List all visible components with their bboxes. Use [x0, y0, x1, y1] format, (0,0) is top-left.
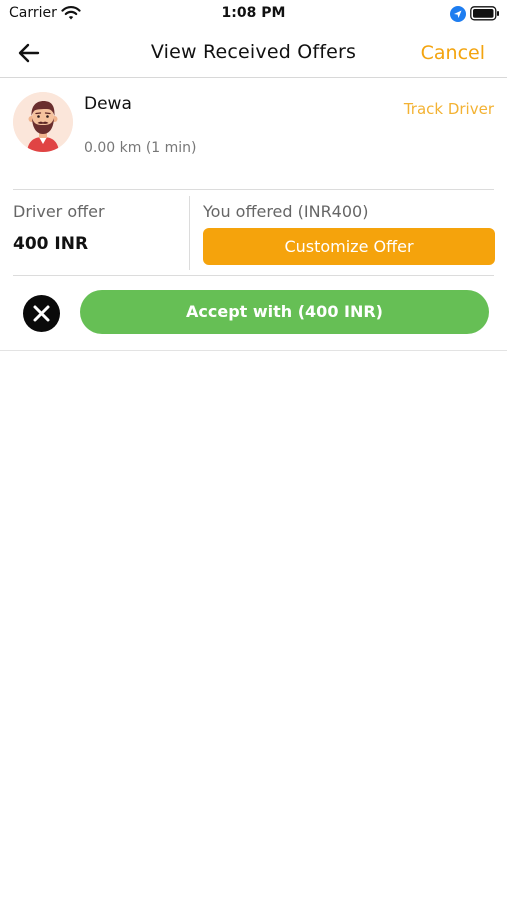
customize-offer-button[interactable]: Customize Offer — [203, 228, 495, 265]
location-icon — [450, 6, 466, 22]
cancel-button[interactable]: Cancel — [421, 42, 485, 64]
divider — [13, 275, 494, 276]
driver-distance-eta: 0.00 km (1 min) — [84, 140, 197, 156]
divider — [13, 189, 494, 190]
close-icon — [33, 305, 50, 322]
driver-offer-value: 400 INR — [13, 234, 89, 254]
vertical-divider — [189, 196, 190, 270]
battery-icon — [470, 6, 499, 21]
you-offered-label: You offered (INR400) — [203, 202, 369, 221]
divider — [0, 350, 507, 351]
nav-bar: View Received Offers Cancel — [0, 30, 507, 78]
driver-offer-label: Driver offer — [13, 202, 105, 221]
screen: Carrier 1:08 PM View Received Offers Can… — [0, 0, 507, 900]
driver-name: Dewa — [84, 94, 132, 114]
status-bar: Carrier 1:08 PM — [0, 0, 507, 28]
driver-avatar — [13, 92, 73, 152]
track-driver-link[interactable]: Track Driver — [404, 100, 494, 118]
clock: 1:08 PM — [221, 5, 286, 21]
accept-offer-button[interactable]: Accept with (400 INR) — [80, 290, 489, 334]
reject-offer-button[interactable] — [23, 295, 60, 332]
driver-avatar-icon — [13, 92, 73, 152]
